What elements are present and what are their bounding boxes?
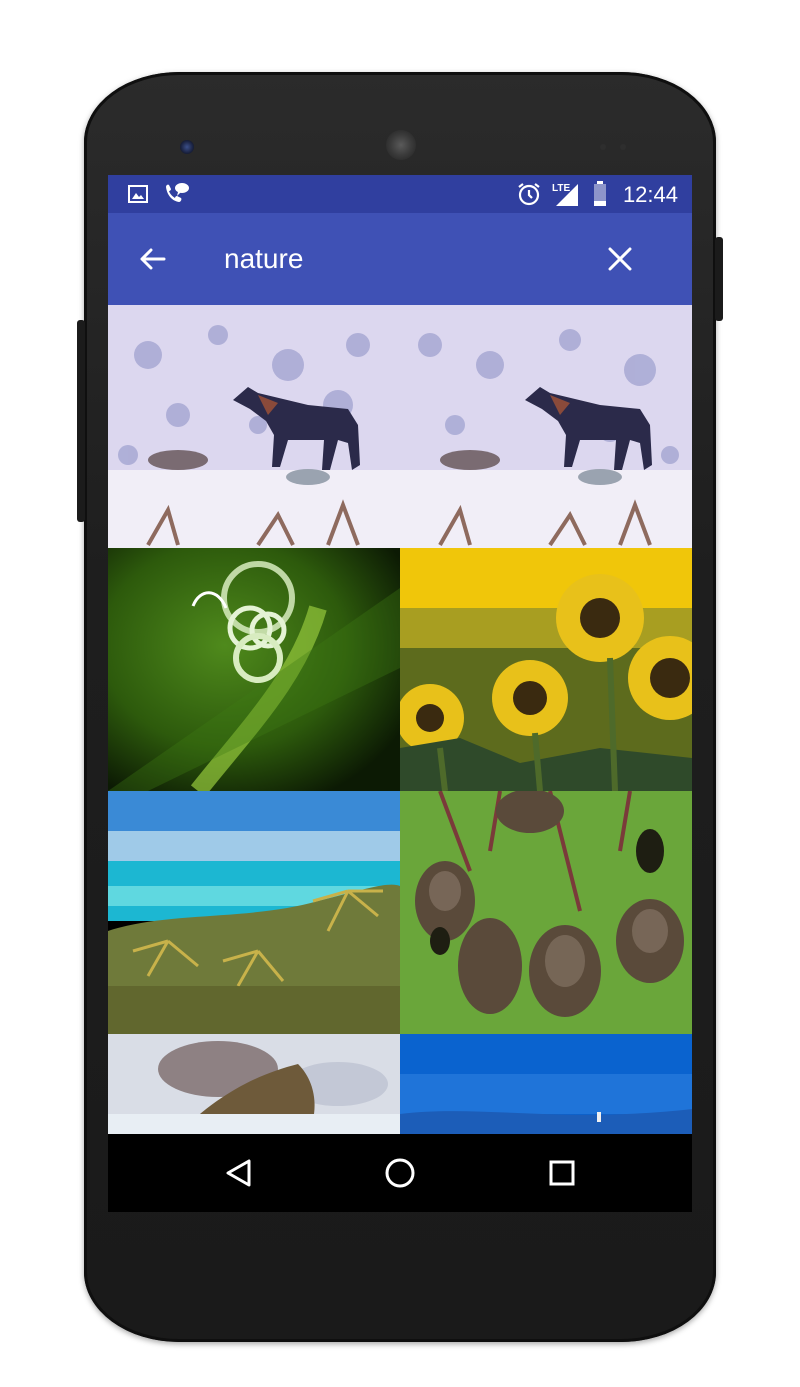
power-button [715,237,723,321]
back-triangle-icon [219,1159,259,1197]
result-image-weaver-nests[interactable] [400,791,692,1034]
phone-message-icon [162,181,190,212]
search-app-bar [108,213,692,305]
result-image-wolf-2[interactable] [400,305,692,548]
result-image-sunflowers[interactable] [400,548,692,791]
screen: LTE 12:44 [108,175,692,1212]
status-clock: 12:44 [622,182,678,207]
lte-signal-icon: LTE [550,180,580,213]
speaker-grille [386,130,416,160]
battery-icon [592,180,608,213]
navigation-bar [108,1134,692,1212]
nav-back-button[interactable] [219,1153,259,1193]
nav-home-button[interactable] [380,1153,420,1193]
result-image-blue-ocean[interactable] [400,1034,692,1134]
result-image-tropical-beach[interactable] [108,791,400,1034]
volume-button [77,320,85,522]
close-icon [600,247,640,283]
front-camera [180,140,194,154]
search-input[interactable] [224,241,584,277]
proximity-sensor [600,144,606,150]
result-image-green-spiral[interactable] [108,548,400,791]
nav-recents-button[interactable] [542,1153,582,1193]
result-image-rocky-cliff[interactable] [108,1034,400,1134]
clear-search-button[interactable] [600,239,640,279]
result-image-wolf-1[interactable] [108,305,400,548]
status-bar: LTE 12:44 [108,175,692,213]
image-notification-icon [128,184,148,209]
alarm-icon [516,181,542,212]
recents-square-icon [542,1160,582,1197]
svg-text:LTE: LTE [552,183,570,194]
light-sensor [620,144,626,150]
back-button[interactable] [132,239,172,279]
arrow-back-icon [132,248,172,283]
image-results-grid [108,305,692,1134]
home-circle-icon [380,1158,420,1197]
